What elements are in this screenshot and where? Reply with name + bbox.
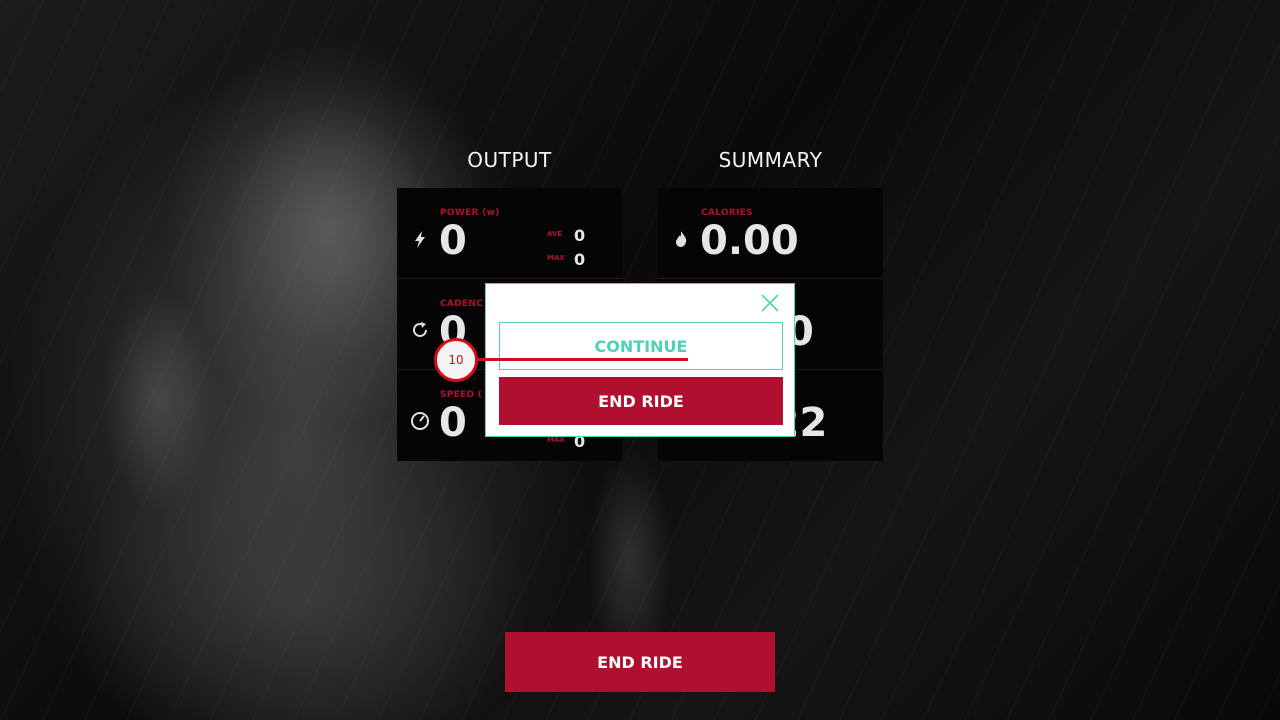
speed-max-label: MAX	[547, 436, 565, 444]
flame-icon	[670, 228, 692, 250]
power-max-label: MAX	[547, 254, 565, 262]
power-tile: POWER (w) 0 AVE 0 MAX 0	[397, 188, 622, 279]
calories-tile: CALORIES 0.00	[658, 188, 883, 279]
end-ride-button[interactable]: END RIDE	[505, 632, 775, 692]
refresh-icon	[409, 319, 431, 341]
close-icon[interactable]	[760, 293, 780, 313]
calories-label: CALORIES	[701, 208, 753, 218]
output-title: OUTPUT	[467, 148, 552, 172]
lightning-icon	[409, 228, 431, 250]
annotation-marker: 10	[434, 338, 478, 382]
annotation-pointer-line	[478, 358, 688, 361]
cadence-label: CADENC	[440, 299, 484, 309]
modal-end-ride-button[interactable]: END RIDE	[499, 377, 783, 425]
power-max-value: 0	[574, 250, 586, 269]
calories-value: 0.00	[700, 218, 799, 264]
speedometer-icon	[409, 410, 431, 432]
power-label: POWER (w)	[440, 208, 500, 218]
continue-button[interactable]: CONTINUE	[499, 322, 783, 370]
speed-value: 0	[439, 400, 467, 446]
power-ave-value: 0	[574, 226, 586, 245]
power-ave-label: AVE	[547, 230, 563, 238]
speed-label: SPEED (	[440, 390, 483, 400]
power-value: 0	[439, 218, 467, 264]
summary-title: SUMMARY	[718, 148, 823, 172]
